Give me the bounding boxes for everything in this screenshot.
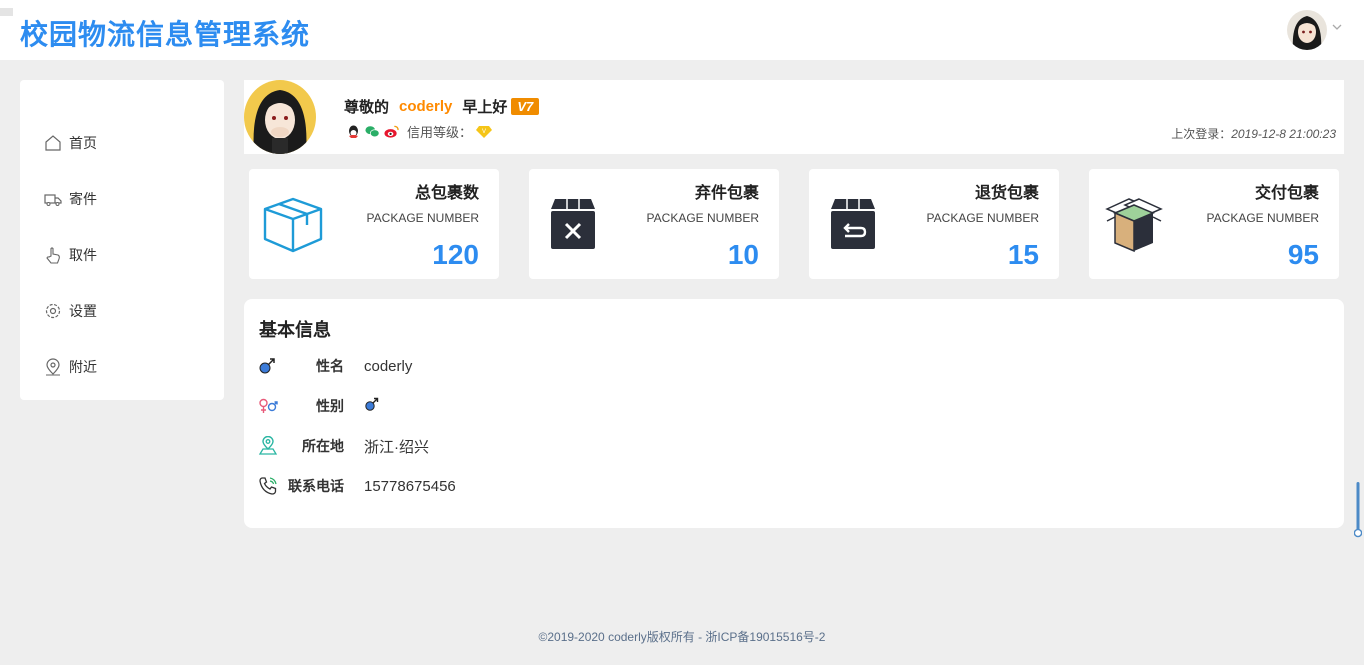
username: coderly — [399, 98, 453, 115]
info-label: 性名 — [316, 358, 344, 374]
info-value: coderly — [364, 357, 413, 375]
card-value: 10 — [727, 239, 759, 270]
info-row-name: 性名 coderly — [258, 354, 412, 378]
scrollbar-thumb[interactable] — [1353, 482, 1363, 538]
sidebar-item-label: 寄件 — [69, 191, 97, 207]
box-return-icon — [823, 195, 885, 253]
profile-panel: 尊敬的 coderly 早上好 V7 信用等级： V 上次登录：2019-12-… — [244, 80, 1344, 154]
phone-icon — [258, 476, 278, 496]
info-row-gender: 性别 — [258, 394, 380, 418]
info-value: 15778675456 — [364, 477, 456, 495]
svg-text:V: V — [482, 129, 486, 135]
last-login-label: 上次登录： — [1171, 127, 1232, 141]
info-label: 所在地 — [302, 438, 344, 454]
user-avatar[interactable] — [1287, 10, 1327, 50]
card-value: 95 — [1287, 239, 1319, 270]
card-title: 交付包裹 — [1254, 185, 1319, 202]
hand-icon — [44, 246, 62, 264]
app-title: 校园物流信息管理系统 — [20, 19, 311, 50]
greeting-suffix: 早上好 — [462, 99, 508, 116]
info-title: 基本信息 — [259, 320, 331, 340]
top-bar: 校园物流信息管理系统 — [0, 0, 1364, 60]
sidebar-item-label: 取件 — [69, 247, 97, 263]
stat-card-returned[interactable]: 退货包裹 PACKAGE NUMBER 15 — [809, 169, 1059, 279]
sidebar-item-label: 设置 — [69, 303, 97, 319]
card-value: 120 — [432, 239, 479, 270]
home-icon — [44, 134, 62, 152]
sidebar-item-label: 附近 — [69, 359, 97, 375]
weibo-icon[interactable] — [384, 124, 399, 139]
profile-avatar — [244, 80, 316, 154]
info-value — [364, 396, 380, 416]
social-row: 信用等级： V — [346, 122, 493, 141]
greeting-prefix: 尊敬的 — [344, 99, 390, 116]
sidebar-item-label: 首页 — [69, 135, 97, 151]
package-icon — [263, 195, 325, 253]
open-box-icon — [1103, 195, 1165, 253]
card-subtitle: PACKAGE NUMBER — [646, 211, 759, 225]
stat-card-delivered[interactable]: 交付包裹 PACKAGE NUMBER 95 — [1089, 169, 1339, 279]
footer: ©2019-2020 coderly版权所有 - 浙ICP备19015516号-… — [538, 630, 826, 644]
diamond-icon: V — [476, 125, 493, 139]
info-value: 浙江·绍兴 — [364, 438, 429, 456]
credit-label: 信用等级： — [407, 125, 473, 140]
vip-badge: V7 — [511, 98, 540, 115]
last-login-time: 2019-12-8 21:00:23 — [1231, 127, 1336, 141]
last-login: 上次登录：2019-12-8 21:00:23 — [1171, 125, 1336, 142]
card-title: 退货包裹 — [974, 185, 1039, 202]
card-subtitle: PACKAGE NUMBER — [1206, 211, 1319, 225]
basic-info-panel: 基本信息 性名 coderly 性别 所在地 浙江·绍兴 联系电话 157786… — [244, 299, 1344, 528]
map-pin-icon — [258, 436, 278, 456]
gear-icon — [44, 302, 62, 320]
sidebar-item-home[interactable]: 首页 — [20, 115, 224, 171]
card-title: 弃件包裹 — [694, 185, 759, 202]
chevron-down-icon[interactable] — [1332, 20, 1342, 34]
card-value: 15 — [1007, 239, 1039, 270]
gender-icon — [258, 396, 278, 416]
stat-card-total[interactable]: 总包裹数 PACKAGE NUMBER 120 — [249, 169, 499, 279]
male-symbol-icon — [365, 397, 379, 411]
card-subtitle: PACKAGE NUMBER — [366, 211, 479, 225]
sidebar: 首页 寄件 取件 设置 附近 — [20, 80, 224, 400]
sidebar-item-send[interactable]: 寄件 — [20, 171, 224, 227]
card-subtitle: PACKAGE NUMBER — [926, 211, 1039, 225]
sidebar-item-pickup[interactable]: 取件 — [20, 227, 224, 283]
stat-card-abandoned[interactable]: 弃件包裹 PACKAGE NUMBER 10 — [529, 169, 779, 279]
corner-mark — [0, 8, 13, 16]
location-icon — [44, 358, 62, 376]
male-icon — [258, 356, 278, 376]
truck-icon — [44, 190, 62, 208]
sidebar-item-settings[interactable]: 设置 — [20, 283, 224, 339]
box-x-icon — [543, 195, 605, 253]
info-label: 性别 — [316, 398, 344, 414]
info-row-phone: 联系电话 15778675456 — [258, 474, 456, 498]
info-row-location: 所在地 浙江·绍兴 — [258, 434, 429, 458]
qq-icon[interactable] — [346, 124, 361, 139]
wechat-icon[interactable] — [365, 124, 380, 139]
sidebar-item-nearby[interactable]: 附近 — [20, 339, 224, 395]
greeting: 尊敬的 coderly 早上好 V7 — [344, 96, 540, 117]
card-title: 总包裹数 — [414, 185, 479, 202]
info-label: 联系电话 — [288, 478, 344, 494]
